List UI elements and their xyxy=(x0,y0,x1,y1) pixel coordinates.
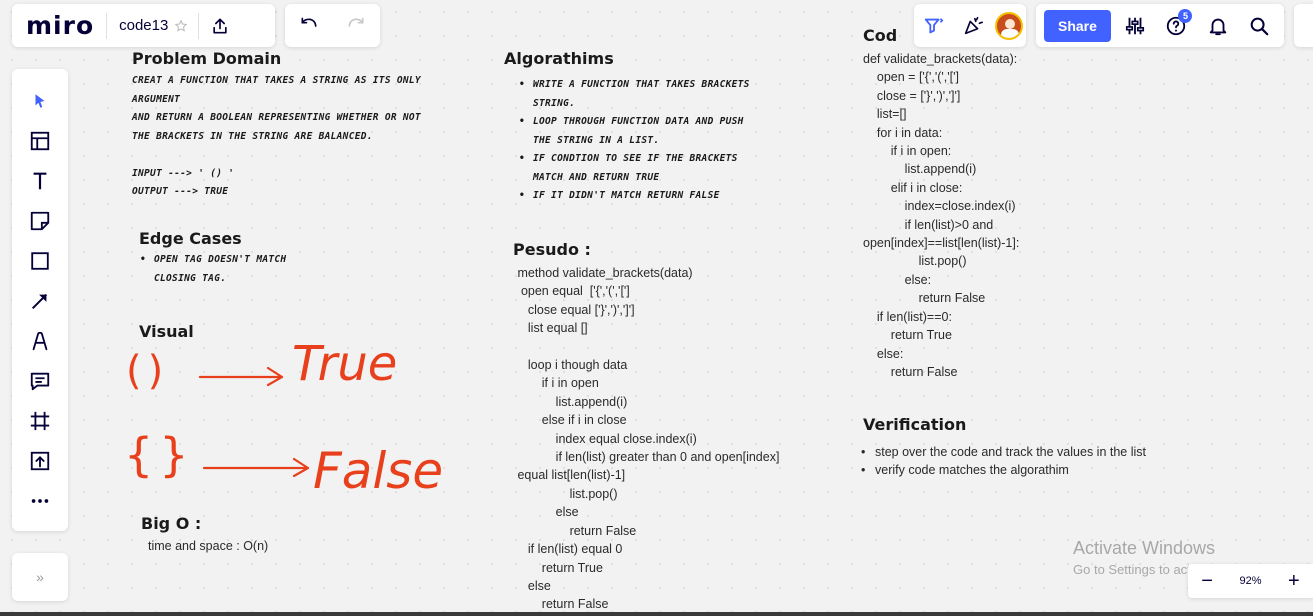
problem-line: INPUT ---> ' () ' xyxy=(132,167,235,179)
problem-line: creat a function that takes a string as … xyxy=(132,75,421,86)
pseudo-title: Pesudo : xyxy=(513,240,591,259)
edge-cases-list: open tag doesn't match closing tag. xyxy=(140,251,330,288)
undo-icon[interactable] xyxy=(292,9,326,43)
filter-icon[interactable] xyxy=(917,9,951,43)
help-icon[interactable]: 5 xyxy=(1159,8,1193,43)
zoom-level[interactable]: 92% xyxy=(1239,575,1261,587)
edge-case-item: open tag doesn't match closing tag. xyxy=(140,251,330,288)
upload-tool[interactable] xyxy=(12,443,68,479)
tools-panel xyxy=(12,69,68,531)
algorithm-item: if it didn't match return False xyxy=(519,187,759,206)
big-o-text: time and space : O(n) xyxy=(148,539,269,553)
celebrate-icon[interactable] xyxy=(956,9,990,43)
right-edge-panel[interactable] xyxy=(1294,4,1313,47)
sketch-arrow xyxy=(198,366,284,387)
divider xyxy=(198,12,200,39)
export-icon[interactable] xyxy=(203,9,237,43)
pen-tool[interactable] xyxy=(12,323,68,359)
problem-domain-title: Problem Domain xyxy=(132,49,282,68)
expand-panel-button[interactable]: » xyxy=(12,553,68,601)
miro-logo[interactable]: miro xyxy=(26,11,94,40)
big-o-title: Big O : xyxy=(141,514,202,533)
user-avatar[interactable] xyxy=(995,11,1024,40)
edge-cases-title: Edge Cases xyxy=(139,229,242,248)
algorithm-item: write a function that takes brackets str… xyxy=(519,76,759,113)
verification-item: step over the code and track the values … xyxy=(861,443,1221,462)
algorithm-item: loop through function data and push the … xyxy=(519,113,759,150)
select-tool[interactable] xyxy=(12,83,68,119)
star-icon[interactable] xyxy=(168,9,194,43)
canvas-bottom-bar xyxy=(0,612,1313,616)
comment-tool[interactable] xyxy=(12,363,68,399)
sketch-symbol: {} xyxy=(124,428,195,482)
bell-icon[interactable] xyxy=(1201,9,1235,43)
code-title: Cod xyxy=(863,26,898,45)
verification-title: Verification xyxy=(863,415,967,434)
activate-windows-title: Activate Windows xyxy=(1073,538,1216,558)
pseudo-code: method validate_brackets(data) open equa… xyxy=(517,266,780,612)
problem-line xyxy=(132,146,492,165)
more-tools-icon[interactable] xyxy=(12,483,68,519)
text-tool[interactable] xyxy=(12,163,68,199)
sketch-result: False xyxy=(313,442,444,500)
sketch-arrow xyxy=(202,457,310,477)
code-block: def validate_brackets(data): open = ['{'… xyxy=(863,52,1020,379)
problem-line: argument xyxy=(132,93,181,105)
right-toolbar: Share 5 xyxy=(1036,4,1284,47)
search-icon[interactable] xyxy=(1242,9,1276,43)
connection-line-tool[interactable] xyxy=(12,283,68,319)
visual-title: Visual xyxy=(139,322,194,341)
history-controls xyxy=(285,4,380,47)
templates-tool[interactable] xyxy=(12,123,68,159)
zoom-out-icon[interactable]: − xyxy=(1201,571,1213,591)
zoom-in-icon[interactable]: + xyxy=(1288,571,1300,591)
sticky-note-tool[interactable] xyxy=(12,203,68,239)
problem-domain-text: creat a function that takes a string as … xyxy=(132,72,492,202)
algorithm-item: if condtion to see if the brackets match… xyxy=(519,150,759,187)
redo-icon[interactable] xyxy=(339,9,373,43)
verification-item: verify code matches the algorathim xyxy=(861,461,1221,480)
problem-line: OUTPUT ---> True xyxy=(132,186,229,197)
collab-bar xyxy=(914,4,1026,47)
sketch-symbol: () xyxy=(126,348,170,394)
share-button[interactable]: Share xyxy=(1044,9,1111,42)
board-name[interactable]: code13 xyxy=(119,17,168,34)
problem-line: the brackets in the string are balanced. xyxy=(132,130,373,142)
settings-sliders-icon[interactable] xyxy=(1118,9,1152,43)
sketch-result: True xyxy=(292,336,398,392)
verification-list: step over the code and track the values … xyxy=(861,443,1221,480)
algorithms-title: Algorathims xyxy=(504,49,614,68)
divider xyxy=(106,12,108,39)
board-header: miro code13 xyxy=(12,4,275,47)
problem-line: and return a Boolean representing whethe… xyxy=(132,112,421,123)
frame-tool[interactable] xyxy=(12,403,68,439)
zoom-controls: − 92% + xyxy=(1188,564,1313,598)
shape-tool[interactable] xyxy=(12,243,68,279)
algorithms-list: write a function that takes brackets str… xyxy=(519,76,759,206)
notification-badge: 5 xyxy=(1178,8,1193,23)
